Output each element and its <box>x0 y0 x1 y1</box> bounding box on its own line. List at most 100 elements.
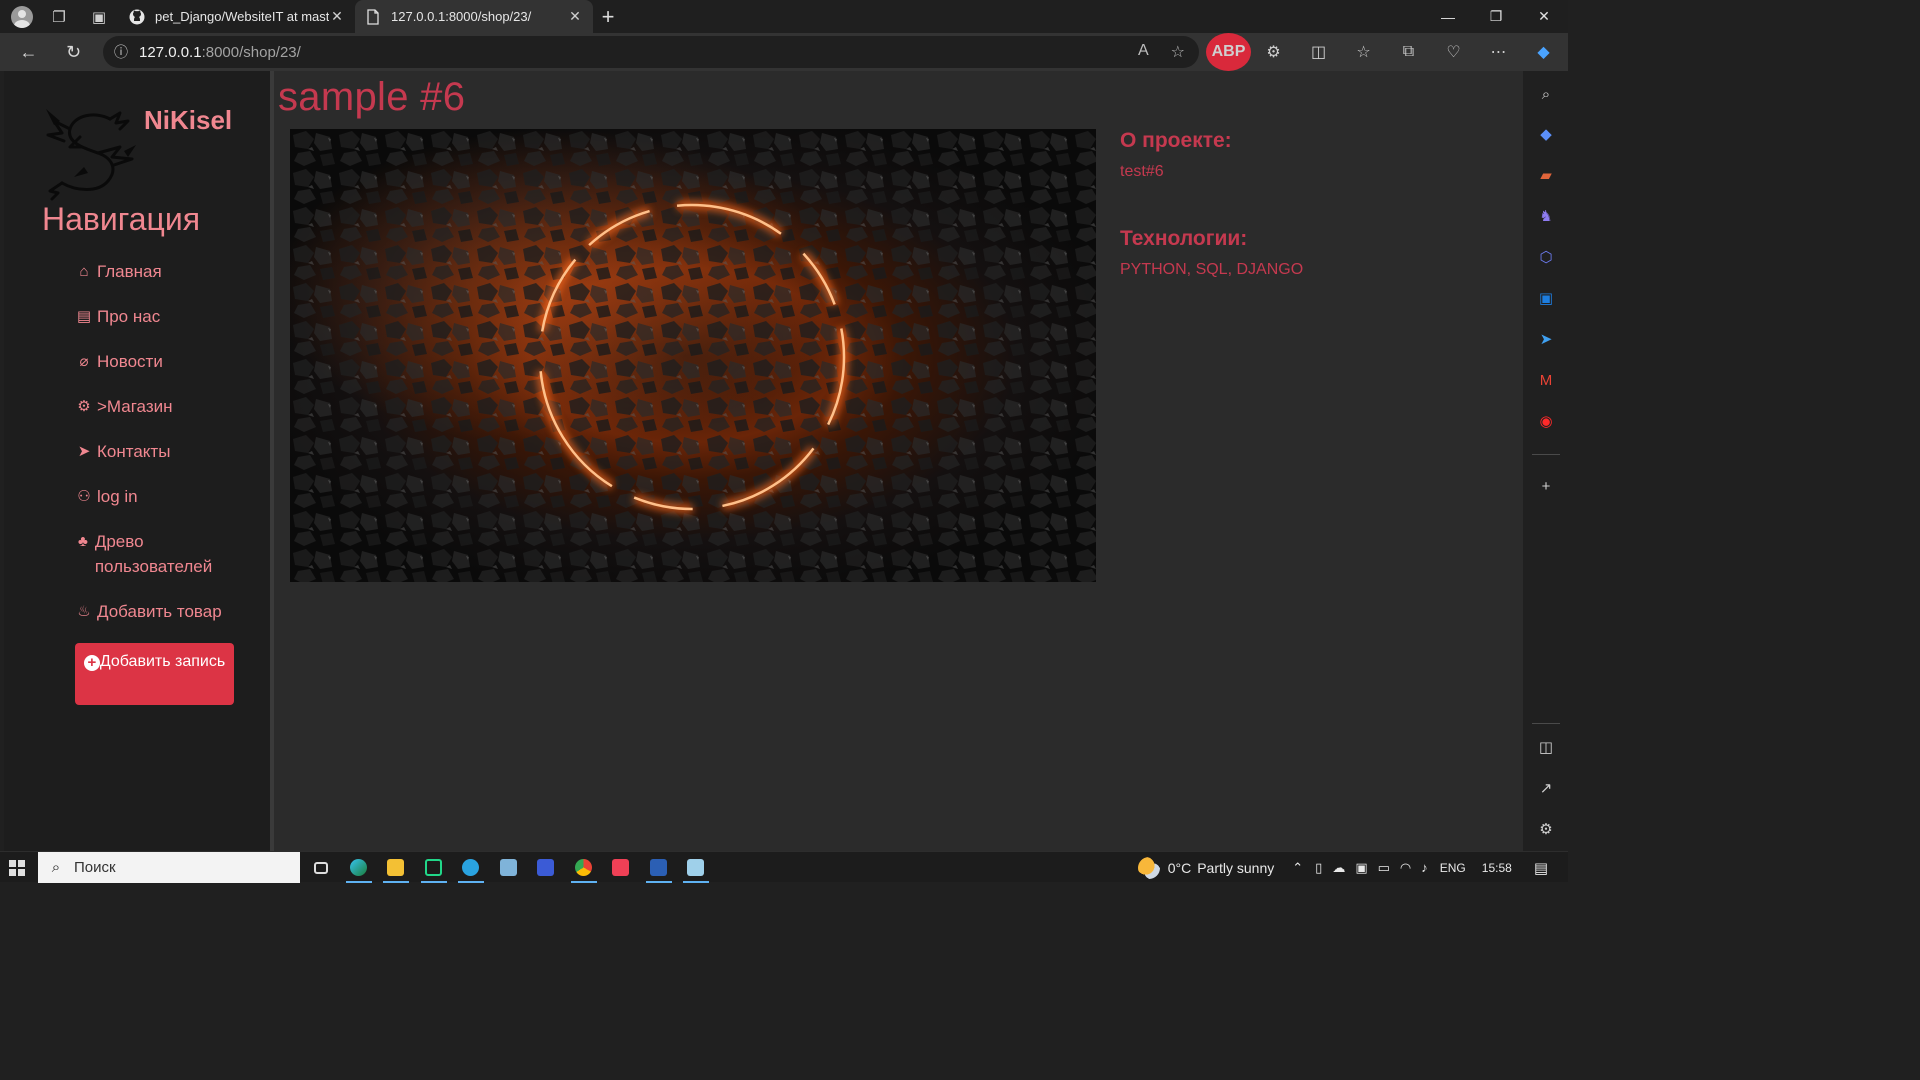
page-title: sample #6 <box>278 75 466 119</box>
back-icon[interactable]: ← <box>6 33 51 71</box>
volume-icon[interactable]: ♪ <box>1421 860 1428 875</box>
chevron-up-icon[interactable]: ⌃ <box>1292 860 1303 876</box>
save-app-icon[interactable] <box>527 852 565 883</box>
tab-github[interactable]: pet_Django/WebsiteIT at master ✕ <box>119 0 355 33</box>
fire-icon: ♨ <box>77 603 91 620</box>
address-toolbar: ← ↻ ⓘ 127.0.0.1:8000/shop/23/ A ☆ ABP ⚙ … <box>0 33 1568 71</box>
extensions-icon[interactable]: ⚙ <box>1251 33 1296 71</box>
tools-icon[interactable]: ▰ <box>1535 164 1557 186</box>
file-explorer-icon[interactable] <box>377 852 415 883</box>
weather-icon[interactable] <box>1137 856 1160 879</box>
weather-desc[interactable]: Partly sunny <box>1197 860 1274 876</box>
word-icon[interactable] <box>640 852 678 883</box>
copilot-app-icon[interactable]: ⬡ <box>1535 246 1557 268</box>
wifi-icon[interactable]: ◠ <box>1400 860 1411 876</box>
profile-avatar[interactable] <box>11 5 33 28</box>
gmail-icon[interactable]: M <box>1535 369 1557 391</box>
tree-icon: ♣ <box>77 533 88 550</box>
edge-app-icon[interactable] <box>340 852 378 883</box>
page-viewport: NiKisel Навигация ⌂ Главная ▤ Про нас ⌀ … <box>4 71 1523 851</box>
page-icon <box>365 8 381 25</box>
nav-item-login[interactable]: ⚇ log in <box>75 484 245 509</box>
copilot-icon[interactable]: ◆ <box>1521 33 1566 71</box>
nav-item-home[interactable]: ⌂ Главная <box>75 259 245 284</box>
nav-item-label: Главная <box>97 262 162 281</box>
minimize-icon[interactable]: — <box>1424 0 1472 33</box>
telegram-icon[interactable] <box>452 852 490 883</box>
windows-start-icon[interactable] <box>9 860 25 876</box>
favorite-star-icon[interactable]: ☆ <box>1171 42 1185 62</box>
more-menu-icon[interactable]: ⋯ <box>1476 33 1521 71</box>
search-icon[interactable]: ⌕ <box>1535 83 1557 105</box>
external-link-icon[interactable]: ↗ <box>1535 777 1557 799</box>
url-text[interactable]: 127.0.0.1:8000/shop/23/ <box>139 44 301 61</box>
refresh-icon[interactable]: ↻ <box>51 33 96 71</box>
close-window-icon[interactable]: ✕ <box>1520 0 1568 33</box>
pycharm-icon[interactable] <box>415 852 453 883</box>
weather-temp[interactable]: 0°C <box>1168 860 1192 876</box>
close-tab-icon[interactable]: ✕ <box>567 8 583 25</box>
nav-item-contacts[interactable]: ➤ Контакты <box>75 439 245 464</box>
add-record-button[interactable]: + Добавить запись <box>75 643 234 705</box>
nav-item-label: Контакты <box>97 442 171 461</box>
nav-item-user-tree[interactable]: ♣ Древо пользователей <box>75 529 245 579</box>
paint-icon[interactable] <box>677 852 715 883</box>
nav-item-add-product[interactable]: ♨ Добавить товар <box>75 599 245 624</box>
address-bar[interactable]: ⓘ 127.0.0.1:8000/shop/23/ A ☆ <box>103 36 1199 68</box>
nav-item-shop[interactable]: ⚙ >Магазин <box>75 394 245 419</box>
favorites-icon[interactable]: ☆ <box>1341 33 1386 71</box>
cloud-icon[interactable]: ☁ <box>1332 860 1345 876</box>
send-icon[interactable]: ➤ <box>1535 328 1557 350</box>
nav-item-news[interactable]: ⌀ Новости <box>75 349 245 374</box>
outlook-icon[interactable]: ▣ <box>1535 287 1557 309</box>
close-tab-icon[interactable]: ✕ <box>329 8 345 25</box>
search-placeholder: Поиск <box>74 859 116 876</box>
update-icon[interactable]: ▣ <box>1355 860 1367 876</box>
bicycle-icon: ⚙ <box>77 398 91 415</box>
nav-item-label: Новости <box>97 352 163 371</box>
split-screen-icon[interactable]: ◫ <box>1296 33 1341 71</box>
settings-gear-icon[interactable]: ⚙ <box>1535 818 1557 840</box>
brand-name[interactable]: NiKisel <box>144 105 232 136</box>
tab-title: pet_Django/WebsiteIT at master <box>155 9 329 24</box>
collections-icon[interactable]: ⧉ <box>1386 33 1431 71</box>
language-indicator[interactable]: ENG <box>1440 861 1466 875</box>
read-aloud-icon[interactable]: A <box>1138 42 1149 62</box>
nav-item-about[interactable]: ▤ Про нас <box>75 304 245 329</box>
sidebar-toggle-icon[interactable]: ◫ <box>1535 736 1557 758</box>
browser-essentials-icon[interactable]: ♡ <box>1431 33 1476 71</box>
app-icon[interactable] <box>490 852 528 883</box>
nav-item-label: >Магазин <box>97 397 173 416</box>
adblock-extension-icon[interactable]: ABP <box>1206 33 1251 71</box>
taskbar-apps <box>302 852 715 883</box>
notifications-icon[interactable]: ▤ <box>1534 859 1548 877</box>
clock[interactable]: 15:58 <box>1482 861 1512 875</box>
shopping-tag-icon[interactable]: ◆ <box>1535 123 1557 145</box>
tab-title: 127.0.0.1:8000/shop/23/ <box>391 9 532 24</box>
paper-plane-icon: ➤ <box>77 443 91 460</box>
youtube-music-icon[interactable]: ◉ <box>1535 410 1557 432</box>
vertical-tabs-icon[interactable]: ▣ <box>79 0 119 33</box>
chrome-icon[interactable] <box>565 852 603 883</box>
site-info-icon[interactable]: ⓘ <box>103 42 139 62</box>
taskbar-search[interactable]: ⌕ Поиск <box>38 852 300 883</box>
restore-icon[interactable]: ❐ <box>1472 0 1520 33</box>
device-icon[interactable]: ▯ <box>1315 860 1322 876</box>
games-icon[interactable]: ♞ <box>1535 205 1557 227</box>
pocket-icon[interactable] <box>602 852 640 883</box>
nav-item-label: Про нас <box>97 307 161 326</box>
new-tab-button[interactable]: + <box>593 4 623 30</box>
add-record-label: Добавить запись <box>99 653 226 670</box>
tab-shop[interactable]: 127.0.0.1:8000/shop/23/ ✕ <box>355 0 593 33</box>
workspaces-icon[interactable]: ❐ <box>39 0 79 33</box>
about-section: О проекте: test#6 <box>1120 129 1232 181</box>
about-heading: О проекте: <box>1120 129 1232 152</box>
windows-taskbar: ⌕ Поиск 0°C Partly sunny ⌃ ▯ ☁ ▣ ▭ ◠ ♪ E… <box>0 851 1568 883</box>
divider <box>1532 454 1560 455</box>
edge-sidebar: ⌕ ◆ ▰ ♞ ⬡ ▣ ➤ M ◉ + ◫ ↗ ⚙ <box>1523 71 1568 851</box>
site-sidebar: NiKisel Навигация ⌂ Главная ▤ Про нас ⌀ … <box>4 71 274 851</box>
battery-icon[interactable]: ▭ <box>1378 860 1390 876</box>
window-controls: — ❐ ✕ <box>1424 0 1568 33</box>
task-view-icon[interactable] <box>302 852 340 883</box>
add-icon[interactable]: + <box>1535 475 1557 497</box>
